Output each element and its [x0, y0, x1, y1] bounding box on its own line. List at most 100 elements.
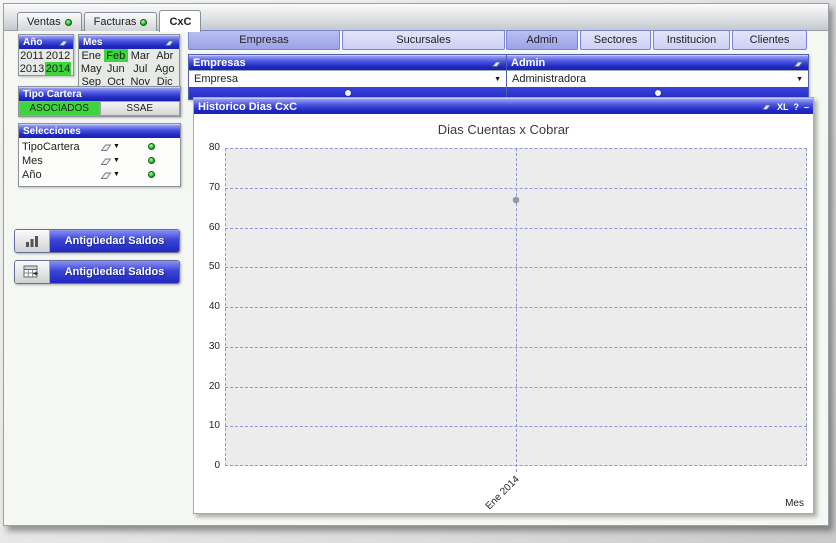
- x-tick-label: Ene 2014: [483, 474, 522, 513]
- tab-bar: Ventas Facturas CxC: [17, 10, 202, 32]
- year-row: 2011 2012: [19, 49, 73, 62]
- current-selections-box: Selecciones TipoCartera ▼ Mes ▼ Año ▼: [18, 123, 181, 187]
- scrollbar-thumb[interactable]: [344, 90, 351, 96]
- eraser-icon[interactable]: [100, 143, 112, 151]
- year-listbox: Año 2011 2012 2013 2014: [18, 34, 74, 76]
- empresa-value: Empresa: [194, 73, 239, 85]
- selections-body: TipoCartera ▼ Mes ▼ Año ▼: [19, 138, 180, 186]
- selections-caption: Selecciones: [19, 124, 180, 138]
- selection-field-label: TipoCartera: [22, 140, 80, 153]
- year-values: 2011 2012 2013 2014: [19, 49, 73, 75]
- green-status-icon: [64, 18, 72, 26]
- bar-chart-icon: [15, 230, 50, 252]
- year-listbox-caption[interactable]: Año: [19, 35, 73, 49]
- selection-row: Mes ▼: [22, 154, 177, 167]
- chevron-down-icon[interactable]: ▼: [113, 157, 120, 164]
- empresas-listbox-caption[interactable]: Empresas: [189, 55, 506, 70]
- green-status-icon: [148, 143, 155, 150]
- help-button[interactable]: ?: [793, 102, 799, 112]
- tipo-cartera-options: ASOCIADOS SSAE: [19, 101, 180, 116]
- month-listbox: Mes Ene Feb Mar Abr May Jun Jul Ago Sep Oct Nov Dic: [78, 34, 180, 89]
- y-tick-label: 20: [208, 380, 220, 392]
- antiguedad-saldos-table-button[interactable]: Antigüedad Saldos: [14, 260, 180, 284]
- y-tick-label: 80: [208, 142, 220, 153]
- tab-cxc[interactable]: CxC: [159, 10, 202, 32]
- nav-button-sectores[interactable]: Sectores: [580, 30, 651, 50]
- y-tick-label: 30: [208, 340, 220, 352]
- selection-field-label: Año: [22, 168, 42, 181]
- chart-caption-icons: XL ? –: [761, 102, 809, 112]
- green-status-icon: [140, 18, 148, 26]
- eraser-icon[interactable]: [793, 59, 804, 67]
- tipo-cartera-caption: Tipo Cartera: [19, 87, 180, 101]
- data-point[interactable]: [513, 196, 519, 203]
- tipo-option-asociados[interactable]: ASOCIADOS: [19, 101, 100, 116]
- chart-body: Dias Cuentas x Cobrar 0 10 20 30 40 50 60 70 80 …: [194, 114, 813, 512]
- year-title: Año: [23, 37, 43, 48]
- chevron-down-icon[interactable]: ▼: [113, 143, 120, 150]
- month-value[interactable]: May: [79, 62, 104, 75]
- y-tick-label: 70: [208, 181, 220, 193]
- empresas-listbox-title: Empresas: [193, 57, 246, 69]
- tab-label: CxC: [169, 15, 192, 28]
- eraser-icon[interactable]: [761, 103, 772, 111]
- y-tick-label: 10: [208, 420, 220, 432]
- month-value[interactable]: Ago: [153, 62, 178, 75]
- tipo-option-ssae[interactable]: SSAE: [99, 101, 180, 116]
- year-value[interactable]: 2012: [45, 49, 71, 62]
- year-row: 2013 2014: [19, 62, 73, 75]
- export-excel-button[interactable]: XL: [777, 102, 789, 112]
- nav-button-clientes[interactable]: Clientes: [732, 30, 807, 50]
- month-value[interactable]: Jul: [128, 62, 153, 75]
- month-value[interactable]: Jun: [104, 62, 129, 75]
- dashboard-window: Ventas Facturas CxC Año 2011 2012 2013 2014 M…: [3, 3, 829, 526]
- year-value[interactable]: 2014: [45, 62, 71, 75]
- tab-facturas[interactable]: Facturas: [83, 12, 158, 31]
- month-title: Mes: [83, 37, 103, 48]
- admin-listbox-title: Admin: [511, 57, 546, 69]
- tipo-cartera-title: Tipo Cartera: [23, 89, 82, 100]
- gridline-v: [225, 148, 226, 466]
- chevron-down-icon[interactable]: ▼: [113, 171, 120, 178]
- eraser-icon[interactable]: [100, 157, 112, 165]
- nav-button-admin[interactable]: Admin: [506, 30, 578, 50]
- minimize-button[interactable]: –: [804, 102, 809, 112]
- admin-listbox: Admin Administradora ▼: [506, 54, 809, 100]
- eraser-icon[interactable]: [58, 39, 69, 47]
- gridline-v: [806, 148, 807, 466]
- chart-caption-bar[interactable]: Historico Dias CxC XL ? –: [194, 98, 813, 114]
- month-values: Ene Feb Mar Abr May Jun Jul Ago Sep Oct Nov Dic: [79, 49, 179, 88]
- selections-title: Selecciones: [23, 126, 81, 137]
- nav-button-empresas[interactable]: Empresas: [188, 30, 340, 50]
- year-value[interactable]: 2013: [19, 62, 45, 75]
- month-value[interactable]: Feb: [103, 49, 128, 62]
- month-value[interactable]: Abr: [153, 49, 178, 62]
- tab-ventas[interactable]: Ventas: [17, 12, 82, 31]
- selection-row: Año ▼: [22, 168, 177, 181]
- selection-field-label: Mes: [22, 154, 43, 167]
- month-value[interactable]: Mar: [128, 49, 153, 62]
- tipo-cartera-box: Tipo Cartera ASOCIADOS SSAE: [18, 86, 181, 117]
- chevron-down-icon: ▼: [494, 75, 501, 83]
- month-listbox-caption[interactable]: Mes: [79, 35, 179, 49]
- admin-value-row[interactable]: Administradora ▼: [507, 70, 808, 87]
- plot-area: [225, 148, 807, 472]
- nav-button-institucion[interactable]: Institucion: [653, 30, 730, 50]
- admin-value: Administradora: [512, 73, 586, 85]
- month-value[interactable]: Ene: [79, 49, 104, 62]
- empresa-value-row[interactable]: Empresa ▼: [189, 70, 506, 87]
- year-value[interactable]: 2011: [19, 49, 45, 62]
- button-label: Antigüedad Saldos: [50, 261, 179, 283]
- eraser-icon[interactable]: [164, 39, 175, 47]
- antiguedad-saldos-chart-button[interactable]: Antigüedad Saldos: [14, 229, 180, 253]
- scrollbar-thumb[interactable]: [654, 90, 661, 96]
- nav-button-sucursales[interactable]: Sucursales: [342, 30, 505, 50]
- green-status-icon: [148, 171, 155, 178]
- y-tick-label: 0: [214, 460, 220, 471]
- chart-window: Historico Dias CxC XL ? – Dias Cuentas x…: [193, 97, 814, 514]
- month-row: May Jun Jul Ago: [79, 62, 179, 75]
- eraser-icon[interactable]: [491, 59, 502, 67]
- chart-title: Dias Cuentas x Cobrar: [437, 122, 570, 137]
- eraser-icon[interactable]: [100, 171, 112, 179]
- admin-listbox-caption[interactable]: Admin: [507, 55, 808, 70]
